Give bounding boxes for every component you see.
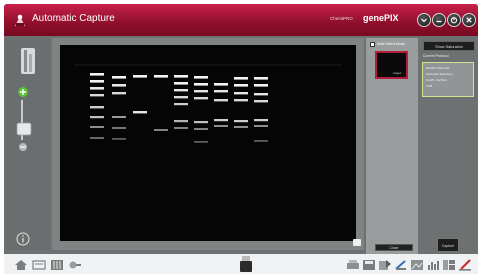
multi-select-label: Multi Select Mode — [377, 42, 405, 46]
title-bar: Automatic Capture ChemiPRO genePIX — [4, 4, 478, 36]
capture-button[interactable]: Capture — [437, 238, 459, 252]
brand-chemipro: ChemiPRO — [330, 16, 353, 21]
bottom-toolbar — [4, 254, 478, 274]
multi-select-checkbox[interactable] — [370, 42, 375, 47]
save-icon[interactable] — [362, 259, 376, 271]
gel-lanes-icon[interactable] — [50, 259, 64, 271]
histogram-icon[interactable] — [426, 259, 440, 271]
zoom-out-icon[interactable] — [18, 142, 28, 152]
protocol-icon[interactable] — [32, 259, 46, 271]
close-window-button[interactable] — [462, 13, 476, 27]
current-protocol-label: Current Protocol — [423, 54, 449, 58]
thumbnail-panel: Multi Select Mode Image1 Close — [366, 38, 418, 254]
image-thumbnail[interactable]: Image1 — [375, 51, 408, 79]
application-window: Automatic Capture ChemiPRO genePIX Multi… — [4, 4, 478, 274]
thumbnail-preview: Image1 — [377, 53, 406, 77]
show-saturation-button[interactable]: Show Saturation — [423, 41, 475, 51]
zoom-in-icon[interactable] — [17, 86, 29, 98]
pencil-icon[interactable] — [458, 259, 472, 271]
close-button[interactable]: Close — [375, 244, 413, 251]
help-button[interactable] — [417, 13, 431, 27]
gel-image — [60, 45, 356, 241]
window-title: Automatic Capture — [32, 13, 115, 24]
app-logo-icon — [15, 14, 25, 26]
brand-genepix: genePIX — [363, 13, 399, 23]
settings-button[interactable] — [447, 13, 461, 27]
export-icon[interactable] — [378, 259, 392, 271]
zoom-slider-top-icon[interactable] — [17, 46, 39, 76]
zoom-slider-handle[interactable] — [16, 122, 32, 136]
usb-drive-icon[interactable] — [240, 256, 252, 272]
minimize-button[interactable] — [432, 13, 446, 27]
image-viewer[interactable] — [52, 38, 364, 250]
annotate-icon[interactable] — [394, 259, 408, 271]
protocol-box[interactable]: Ethidium Bromide Automatic Exposure FLAB… — [422, 62, 474, 97]
close-icon — [466, 17, 472, 23]
power-icon — [450, 17, 458, 24]
protocol-line: UVB — [426, 84, 433, 88]
chevron-down-icon — [421, 18, 427, 23]
fit-view-icon[interactable] — [353, 239, 361, 246]
minimize-icon — [436, 20, 442, 23]
gel-bands-graphic — [74, 64, 342, 143]
tools-icon[interactable] — [68, 259, 82, 271]
print-icon[interactable] — [346, 259, 360, 271]
thumbnail-caption: Image1 — [393, 72, 402, 75]
image-edit-icon[interactable] — [410, 259, 424, 271]
home-icon[interactable] — [14, 259, 28, 271]
right-panel: Show Saturation Current Protocol Ethidiu… — [420, 38, 478, 254]
left-tool-column — [6, 38, 50, 250]
layout-icon[interactable] — [442, 259, 456, 271]
info-icon[interactable] — [16, 232, 30, 246]
